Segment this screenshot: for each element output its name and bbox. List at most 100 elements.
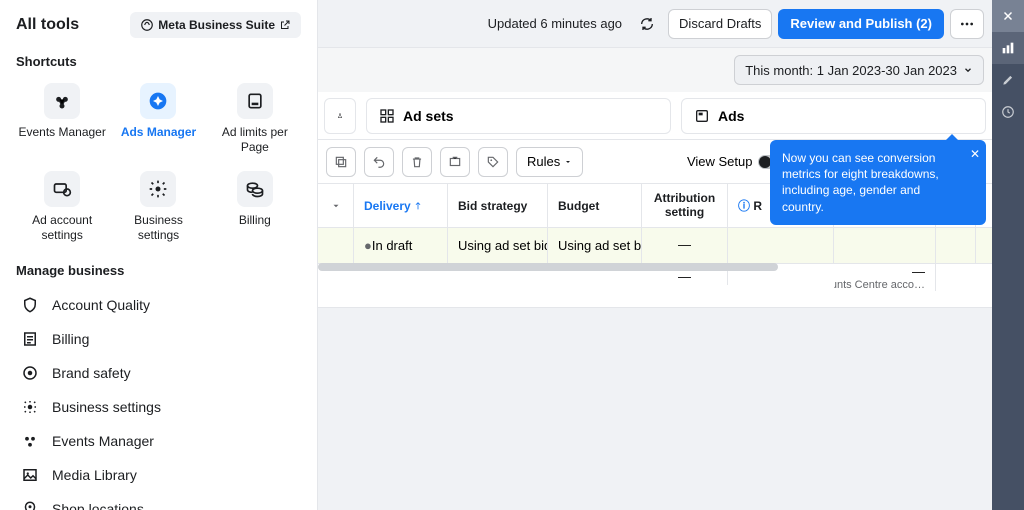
manage-item-business-settings[interactable]: Business settings: [16, 390, 301, 424]
shortcut-label: Ad limits per Page: [209, 125, 301, 155]
chevron-down-icon: [331, 201, 341, 211]
discard-label: Discard Drafts: [679, 16, 761, 31]
manage-item-label: Business settings: [52, 399, 161, 415]
manage-item-media-library[interactable]: Media Library: [16, 458, 301, 492]
review-publish-button[interactable]: Review and Publish (2): [778, 9, 944, 39]
shortcut-ads-manager[interactable]: Ads Manager: [112, 79, 204, 159]
ad-icon: [694, 108, 710, 124]
cell-delivery: In draft: [372, 238, 412, 253]
rail-history-button[interactable]: [992, 96, 1024, 128]
chevron-down-icon: [963, 65, 973, 75]
shield-icon: [21, 296, 39, 314]
shortcut-business-settings[interactable]: Business settings: [112, 167, 204, 247]
shortcuts-heading: Shortcuts: [16, 54, 301, 69]
header-attribution[interactable]: Attribution setting: [642, 184, 728, 227]
date-range-row: This month: 1 Jan 2023-30 Jan 2023: [318, 48, 992, 92]
undo-button[interactable]: [364, 147, 394, 177]
header-bid-strategy[interactable]: Bid strategy: [448, 184, 548, 227]
tag-icon: [486, 155, 500, 169]
manage-item-label: Account Quality: [52, 297, 150, 313]
sort-up-icon: [413, 201, 423, 211]
undo-icon: [372, 155, 386, 169]
dots-icon: [959, 16, 975, 32]
tab-ad-sets[interactable]: Ad sets: [366, 98, 671, 134]
manage-item-billing[interactable]: Billing: [16, 322, 301, 356]
bar-chart-icon: [1000, 40, 1016, 56]
discard-drafts-button[interactable]: Discard Drafts: [668, 9, 772, 39]
flask-icon: [337, 108, 343, 124]
main-content: Updated 6 minutes ago Discard Drafts Rev…: [318, 0, 992, 510]
shortcut-events-manager[interactable]: Events Manager: [16, 79, 108, 159]
rail-close-button[interactable]: [992, 0, 1024, 32]
events-icon: [52, 91, 72, 111]
tab-campaigns-toggle[interactable]: [324, 98, 356, 134]
date-range-select[interactable]: This month: 1 Jan 2023-30 Jan 2023: [734, 55, 984, 85]
card-gear-icon: [52, 179, 72, 199]
cell-attribution: —: [678, 238, 691, 253]
shortcut-billing[interactable]: Billing: [209, 167, 301, 247]
footer-attribution: —: [678, 270, 691, 285]
header-budget[interactable]: Budget: [548, 184, 642, 227]
footer-reach-sub: Accounts Centre acco…: [834, 279, 925, 291]
rules-label: Rules: [527, 154, 560, 169]
manage-item-events-manager[interactable]: Events Manager: [16, 424, 301, 458]
manage-item-label: Events Manager: [52, 433, 154, 449]
meta-business-suite-button[interactable]: Meta Business Suite: [130, 12, 301, 38]
manage-item-label: Brand safety: [52, 365, 131, 381]
chevron-down-icon: [564, 158, 572, 166]
meta-label: Meta Business Suite: [158, 18, 275, 32]
open-external-icon: [279, 19, 291, 31]
manage-item-label: Media Library: [52, 467, 137, 483]
duplicate-button[interactable]: [326, 147, 356, 177]
rail-charts-button[interactable]: [992, 32, 1024, 64]
brand-icon: [21, 364, 39, 382]
manage-item-brand-safety[interactable]: Brand safety: [16, 356, 301, 390]
top-bar: Updated 6 minutes ago Discard Drafts Rev…: [318, 0, 992, 48]
shortcut-label: Events Manager: [18, 125, 105, 140]
more-button[interactable]: [950, 9, 984, 39]
pencil-icon: [1001, 73, 1015, 87]
close-icon: [1001, 9, 1015, 23]
daterange-label: This month: 1 Jan 2023-30 Jan 2023: [745, 63, 957, 78]
export-button[interactable]: [440, 147, 470, 177]
receipt-icon: [21, 330, 39, 348]
page-icon: [245, 91, 265, 111]
shortcut-ad-limits[interactable]: Ad limits per Page: [209, 79, 301, 159]
refresh-icon: [639, 16, 655, 32]
shortcut-label: Ads Manager: [121, 125, 196, 140]
export-icon: [448, 155, 462, 169]
manage-item-shop-locations[interactable]: Shop locations: [16, 492, 301, 510]
cell-budget: Using ad set bu…: [558, 238, 642, 253]
trash-icon: [410, 155, 424, 169]
delete-button[interactable]: [402, 147, 432, 177]
horizontal-scrollbar[interactable]: [318, 263, 778, 271]
table-row[interactable]: ● In draft Using ad set bid… Using ad se…: [318, 228, 992, 264]
rail-edit-button[interactable]: [992, 64, 1024, 96]
compass-icon: [148, 91, 168, 111]
rules-button[interactable]: Rules: [516, 147, 583, 177]
tabs-row: Ad sets Ads: [318, 92, 992, 140]
breakdown-tooltip: Now you can see conversion metrics for e…: [770, 140, 986, 225]
shortcut-ad-account-settings[interactable]: Ad account settings: [16, 167, 108, 247]
adset-icon: [379, 108, 395, 124]
events-icon: [21, 432, 39, 450]
header-toggle[interactable]: [318, 184, 354, 227]
sidebar-title: All tools: [16, 16, 79, 34]
header-delivery[interactable]: Delivery: [354, 184, 448, 227]
updated-text: Updated 6 minutes ago: [488, 16, 622, 31]
manage-item-account-quality[interactable]: Account Quality: [16, 288, 301, 322]
tooltip-close-button[interactable]: ✕: [970, 146, 980, 162]
manage-item-label: Billing: [52, 331, 89, 347]
gear-icon: [21, 398, 39, 416]
tab-ads[interactable]: Ads: [681, 98, 986, 134]
pin-icon: [21, 500, 39, 510]
duplicate-icon: [334, 155, 348, 169]
image-icon: [21, 466, 39, 484]
shortcut-label: Billing: [239, 213, 271, 228]
refresh-button[interactable]: [632, 9, 662, 39]
shortcut-label: Ad account settings: [16, 213, 108, 243]
all-tools-sidebar: All tools Meta Business Suite Shortcuts …: [0, 0, 318, 510]
tab-label: Ads: [718, 108, 744, 124]
tag-button[interactable]: [478, 147, 508, 177]
tooltip-text: Now you can see conversion metrics for e…: [782, 151, 939, 214]
